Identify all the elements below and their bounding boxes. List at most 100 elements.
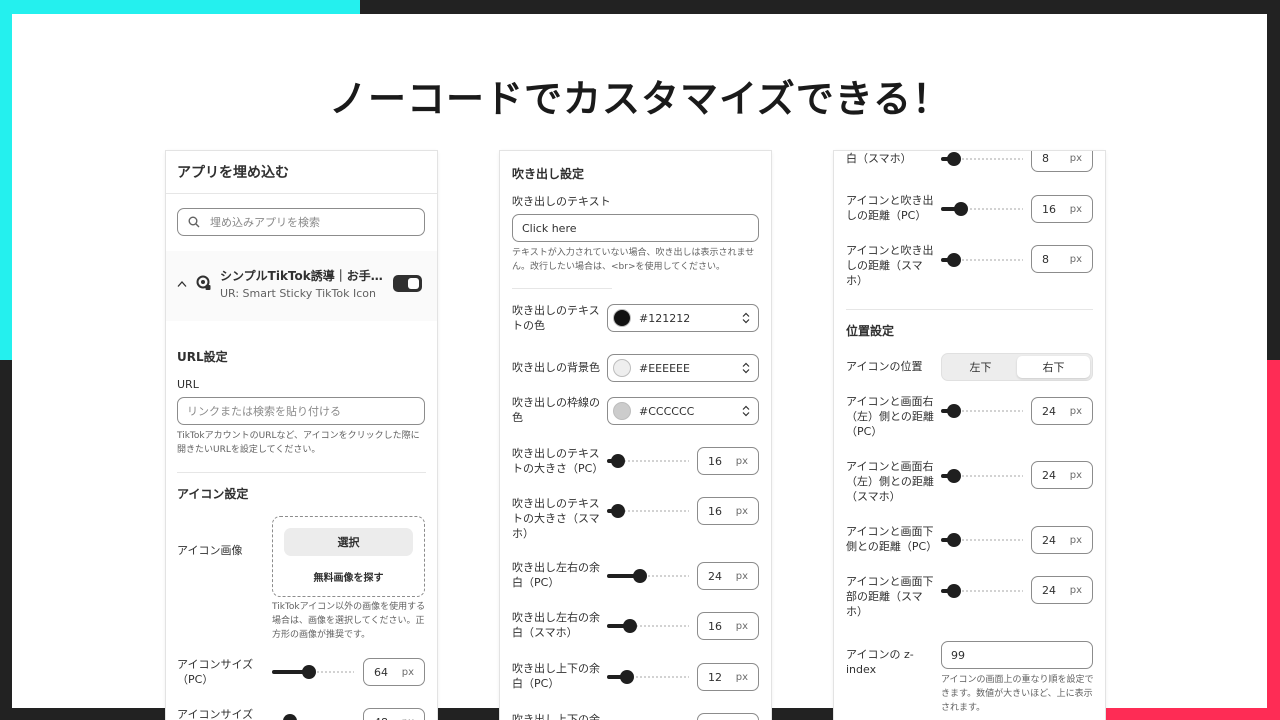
slider-thumb[interactable] bbox=[622, 619, 637, 633]
icon-balloon-distance-sp-slider[interactable] bbox=[941, 252, 1023, 268]
slider-thumb[interactable] bbox=[947, 152, 962, 166]
padding-x-pc-slider[interactable] bbox=[607, 568, 689, 584]
icon-size-sp-input[interactable]: 48 px bbox=[363, 708, 425, 720]
padding-y-sp-input[interactable] bbox=[697, 713, 759, 720]
slider-thumb[interactable] bbox=[301, 665, 316, 679]
slider-thumb[interactable] bbox=[947, 533, 962, 547]
slider-thumb[interactable] bbox=[619, 670, 634, 684]
panel-title: 吹き出し設定 bbox=[512, 167, 585, 181]
url-help-text: TikTokアカウントのURLなど、アイコンをクリックした際に開きたいURLを設… bbox=[177, 431, 420, 455]
icon-side-distance-pc-input[interactable]: 24 px bbox=[1031, 397, 1093, 425]
text-size-sp-input[interactable]: 16 px bbox=[697, 497, 759, 525]
unit-suffix: px bbox=[1069, 203, 1082, 215]
padding-y-pc-input[interactable]: 12 px bbox=[697, 663, 759, 691]
url-input[interactable]: リンクまたは検索を貼り付ける bbox=[177, 397, 425, 425]
text-size-pc-input[interactable]: 16 px bbox=[697, 447, 759, 475]
icon-balloon-distance-pc-input[interactable]: 16 px bbox=[1031, 195, 1093, 223]
unit-suffix: px bbox=[1069, 405, 1082, 417]
slider-label: 吹き出し左右の余白（スマホ） bbox=[512, 611, 600, 639]
slider-thumb[interactable] bbox=[611, 454, 626, 468]
slider-thumb[interactable] bbox=[632, 569, 647, 583]
color-swatch bbox=[613, 402, 631, 420]
icon-balloon-distance-sp-input[interactable]: 8 px bbox=[1031, 245, 1093, 273]
divider bbox=[846, 309, 1093, 310]
unit-suffix: px bbox=[1069, 584, 1082, 596]
slider-label: 吹き出し上下の余 bbox=[512, 713, 600, 720]
border-color-label: 吹き出しの枠線の色 bbox=[512, 396, 600, 424]
updown-chevron-icon bbox=[742, 362, 750, 374]
border-color-select[interactable]: #CCCCCC bbox=[607, 397, 759, 425]
select-image-button[interactable]: 選択 bbox=[284, 528, 413, 556]
number-value: 24 bbox=[708, 569, 722, 583]
number-value: 8 bbox=[1042, 151, 1049, 165]
text-size-pc-slider[interactable] bbox=[607, 453, 689, 469]
icon-image-label: アイコン画像 bbox=[177, 544, 243, 557]
app-block-icon bbox=[196, 275, 211, 290]
slider-label: 吹き出しのテキストの大きさ（PC） bbox=[512, 447, 604, 475]
icon-image-dropzone[interactable]: 選択 無料画像を探す bbox=[272, 516, 425, 597]
color-value: #121212 bbox=[639, 311, 691, 325]
balloon-padding-y-sp-input[interactable]: 8 px bbox=[1031, 151, 1093, 172]
padding-y-pc-slider[interactable] bbox=[607, 669, 689, 685]
text-size-sp-slider[interactable] bbox=[607, 503, 689, 519]
slider-label: アイコンと吹き出しの距離（PC） bbox=[846, 194, 934, 222]
slider-thumb[interactable] bbox=[947, 584, 962, 598]
icon-size-pc-input[interactable]: 64 px bbox=[363, 658, 425, 686]
position-option-bottom-right[interactable]: 右下 bbox=[1017, 356, 1090, 378]
url-placeholder: リンクまたは検索を貼り付ける bbox=[187, 405, 341, 418]
icon-image-help: TikTokアイコン以外の画像を使用する場合は、画像を選択してください。正方形の… bbox=[272, 602, 426, 640]
slider-label: アイコンと画面下側との距離（PC） bbox=[846, 525, 938, 553]
zindex-label: アイコンの z-index bbox=[846, 648, 914, 676]
slider-thumb[interactable] bbox=[947, 404, 962, 418]
search-placeholder: 埋め込みアプリを検索 bbox=[210, 216, 320, 229]
zindex-input[interactable]: 99 bbox=[941, 641, 1093, 669]
divider bbox=[177, 472, 426, 473]
icon-bottom-distance-sp-slider[interactable] bbox=[941, 583, 1023, 599]
balloon-padding-y-sp-slider[interactable] bbox=[941, 151, 1023, 167]
icon-size-pc-label: アイコンサイズ（PC） bbox=[177, 658, 254, 686]
icon-bottom-distance-pc-input[interactable]: 24 px bbox=[1031, 526, 1093, 554]
padding-x-sp-slider[interactable] bbox=[607, 618, 689, 634]
slider-thumb[interactable] bbox=[953, 202, 968, 216]
slider-thumb[interactable] bbox=[611, 504, 626, 518]
padding-x-sp-input[interactable]: 16 px bbox=[697, 612, 759, 640]
number-value: 24 bbox=[1042, 468, 1056, 482]
number-value: 64 bbox=[374, 665, 388, 679]
app-enabled-toggle[interactable] bbox=[393, 275, 422, 292]
icon-bottom-distance-pc-slider[interactable] bbox=[941, 532, 1023, 548]
position-option-bottom-left[interactable]: 左下 bbox=[944, 356, 1017, 378]
chevron-up-icon[interactable] bbox=[177, 280, 187, 288]
position-settings-panel: 白（スマホ） 8 px アイコンと吹き出しの距離（PC） 16 px アイコンと吹き… bbox=[834, 151, 1105, 720]
slider-thumb[interactable] bbox=[947, 253, 962, 267]
icon-side-distance-sp-input[interactable]: 24 px bbox=[1031, 461, 1093, 489]
icon-section-title: アイコン設定 bbox=[177, 487, 249, 501]
balloon-text-value: Click here bbox=[522, 221, 577, 235]
icon-size-sp-slider-thumb[interactable] bbox=[283, 714, 297, 720]
color-swatch bbox=[613, 359, 631, 377]
url-label: URL bbox=[177, 378, 199, 391]
icon-side-distance-sp-slider[interactable] bbox=[941, 468, 1023, 484]
icon-side-distance-pc-slider[interactable] bbox=[941, 403, 1023, 419]
icon-balloon-distance-pc-slider[interactable] bbox=[941, 201, 1023, 217]
padding-x-pc-input[interactable]: 24 px bbox=[697, 562, 759, 590]
find-free-image-link[interactable]: 無料画像を探す bbox=[273, 569, 424, 584]
number-value: 24 bbox=[1042, 583, 1056, 597]
balloon-text-label: 吹き出しのテキスト bbox=[512, 195, 611, 208]
balloon-text-input[interactable]: Click here bbox=[512, 214, 759, 242]
number-value: 48 bbox=[374, 716, 388, 720]
icon-position-segmented[interactable]: 左下 右下 bbox=[941, 353, 1093, 381]
headline: ノーコードでカスタマイズできる！ bbox=[328, 77, 952, 121]
unit-suffix: px bbox=[735, 505, 748, 517]
slider-label: 白（スマホ） bbox=[846, 152, 912, 165]
search-input[interactable]: 埋め込みアプリを検索 bbox=[177, 208, 425, 236]
slider-thumb[interactable] bbox=[947, 469, 962, 483]
text-color-select[interactable]: #121212 bbox=[607, 304, 759, 332]
number-value: 16 bbox=[708, 504, 722, 518]
url-section-title: URL設定 bbox=[177, 350, 228, 364]
divider bbox=[512, 288, 612, 289]
unit-suffix: px bbox=[735, 455, 748, 467]
bg-color-select[interactable]: #EEEEEE bbox=[607, 354, 759, 382]
bg-color-label: 吹き出しの背景色 bbox=[512, 361, 600, 374]
icon-bottom-distance-sp-input[interactable]: 24 px bbox=[1031, 576, 1093, 604]
icon-size-pc-slider[interactable] bbox=[272, 664, 354, 680]
